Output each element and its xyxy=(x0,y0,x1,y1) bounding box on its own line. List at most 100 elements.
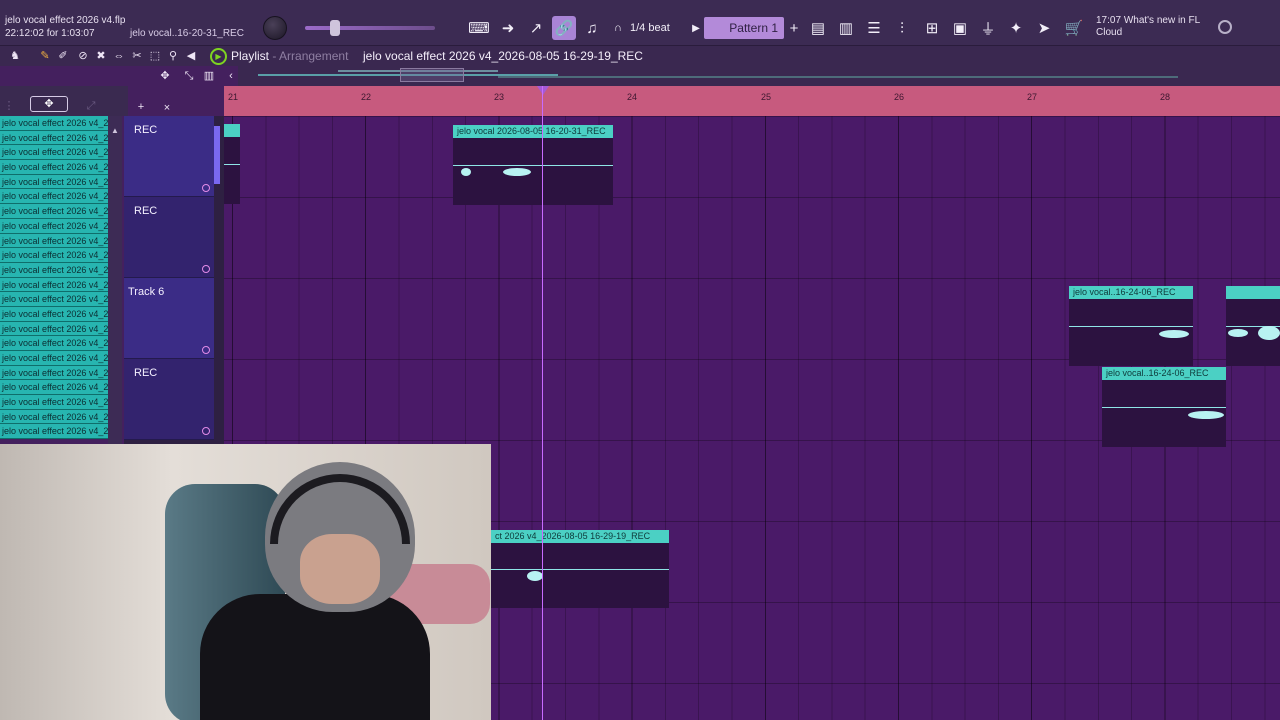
browser-item[interactable]: jelo vocal effect 2026 v4_2 xyxy=(0,306,108,322)
hint-bar: jelo vocal..16-20-31_REC xyxy=(130,28,244,39)
headphones-icon[interactable]: ♞ xyxy=(8,49,22,63)
audio-clip[interactable] xyxy=(1226,286,1280,366)
project-picker-icon[interactable]: ▣ xyxy=(948,16,972,40)
track-mute-dot[interactable] xyxy=(202,346,210,354)
track-header[interactable]: REC xyxy=(124,359,214,440)
loop-record-icon[interactable]: ↗ xyxy=(524,16,548,40)
snap-nav-icon[interactable]: ✥ xyxy=(158,69,172,83)
export-icon[interactable]: ➤ xyxy=(1032,16,1056,40)
track-header[interactable]: Track 6 xyxy=(124,278,214,359)
track-header[interactable]: REC xyxy=(124,116,214,197)
select-tool-icon[interactable]: ⬚ xyxy=(148,49,162,63)
slice-tool-icon[interactable]: ✂ xyxy=(130,49,144,63)
metronome-icon[interactable]: ♫ xyxy=(580,16,604,40)
close-track-icon[interactable]: × xyxy=(160,101,174,115)
zoom-tool-icon[interactable]: ⚲ xyxy=(166,49,180,63)
browser-link-icon[interactable]: ⤢ xyxy=(84,99,98,113)
channel-rack-icon[interactable]: ☰ xyxy=(862,16,886,40)
add-pattern-icon[interactable]: + xyxy=(782,16,806,40)
pattern-select[interactable]: Pattern 1 xyxy=(704,17,784,39)
audio-clip[interactable]: ct 2026 v4_2026-08-05 16-29-19_REC xyxy=(491,530,669,608)
mute-tool-icon[interactable]: ✖ xyxy=(94,49,108,63)
browser-item[interactable]: jelo vocal effect 2026 v4_2 xyxy=(0,130,108,146)
master-pitch-slider[interactable] xyxy=(305,26,435,30)
browser-focus-icon[interactable]: ✥ xyxy=(30,96,68,112)
playlist-title: Playlist - Arrangement xyxy=(231,49,348,63)
browser-icon[interactable]: ⊞ xyxy=(920,16,944,40)
track-mute-dot[interactable] xyxy=(202,265,210,273)
bar-number: 21 xyxy=(228,92,239,102)
browser-item[interactable]: jelo vocal effect 2026 v4_2 xyxy=(0,233,108,249)
main-toolbar: jelo vocal effect 2026 v4.flp 22:12:02 f… xyxy=(0,0,1280,46)
browser-item[interactable]: jelo vocal effect 2026 v4_2 xyxy=(0,116,108,131)
snap-select[interactable]: 1/4 beat xyxy=(626,17,686,39)
song-position-marker[interactable] xyxy=(537,86,549,95)
audio-clip[interactable]: jelo vocal 2026-08-05 16-20-31_REC xyxy=(453,125,613,205)
browser-item[interactable]: jelo vocal effect 2026 v4_2 xyxy=(0,351,108,366)
waveform-peak xyxy=(1258,326,1280,340)
playlist-play-icon[interactable]: ▶ xyxy=(210,48,227,65)
track-mute-dot[interactable] xyxy=(202,427,210,435)
browser-item[interactable]: jelo vocal effect 2026 v4_2 xyxy=(0,395,108,410)
playback-tool-icon[interactable]: ◀ xyxy=(184,49,198,63)
plugin-icon[interactable]: ⏚ xyxy=(976,16,1000,40)
tools-icon[interactable]: ✦ xyxy=(1004,16,1028,40)
audio-clip[interactable]: jelo vocal..16-24-06_REC xyxy=(1102,367,1226,447)
browser-item[interactable]: jelo vocal effect 2026 v4_2 xyxy=(0,365,108,381)
playlist-icon[interactable]: ▤ xyxy=(806,16,830,40)
master-volume-knob[interactable] xyxy=(263,16,287,40)
news-sub: Cloud xyxy=(1096,27,1123,38)
track-header[interactable]: REC xyxy=(124,197,214,278)
audio-clip[interactable]: jelo vocal..16-24-06_REC xyxy=(1069,286,1193,366)
playlist-current-file: jelo vocal effect 2026 v4_2026-08-05 16-… xyxy=(363,49,643,63)
browser-item[interactable]: jelo vocal effect 2026 v4_2 xyxy=(0,380,108,396)
delete-tool-icon[interactable]: ⊘ xyxy=(76,49,90,63)
playlist-label: Playlist xyxy=(231,49,270,63)
browser-item[interactable]: jelo vocal effect 2026 v4_2 xyxy=(0,336,108,351)
audio-clip[interactable] xyxy=(224,124,240,204)
bars-icon[interactable]: ▥ xyxy=(202,69,216,83)
browser-item[interactable]: jelo vocal effect 2026 v4_2 xyxy=(0,424,108,440)
browser-item[interactable]: jelo vocal effect 2026 v4_2 xyxy=(0,277,108,293)
clip-waveform xyxy=(224,164,240,165)
scroll-left-icon[interactable]: ‹ xyxy=(224,69,238,83)
webcam-overlay xyxy=(0,444,491,720)
browser-grid-icon[interactable]: ⋮ xyxy=(2,99,16,113)
browser-item[interactable]: jelo vocal effect 2026 v4_2 xyxy=(0,218,108,234)
step-edit-icon[interactable]: ➜ xyxy=(496,16,520,40)
draw-tool-icon[interactable]: ✎ xyxy=(38,49,52,63)
browser-item[interactable]: jelo vocal effect 2026 v4_2 xyxy=(0,409,108,425)
browser-item[interactable]: jelo vocal effect 2026 v4_2 xyxy=(0,292,108,307)
browser-item[interactable]: jelo vocal effect 2026 v4_2 xyxy=(0,189,108,205)
mixer-icon[interactable]: ⫶ xyxy=(890,16,914,40)
overview-view-window[interactable] xyxy=(400,68,464,82)
browser-item[interactable]: jelo vocal effect 2026 v4_2 xyxy=(0,321,108,337)
browser-item[interactable]: jelo vocal effect 2026 v4_2 xyxy=(0,160,108,175)
link-icon[interactable]: 🔗 xyxy=(552,16,576,40)
news-panel[interactable]: 17:07 What's new in FL Cloud xyxy=(1096,15,1200,39)
playhead-line[interactable] xyxy=(542,86,543,720)
move-icon[interactable]: ⤡ xyxy=(182,69,196,83)
browser-scrollbar[interactable]: ▲ xyxy=(108,116,122,446)
arrangement-overview[interactable] xyxy=(238,66,1280,86)
project-file-name: jelo vocal effect 2026 v4.flp xyxy=(5,15,126,26)
paint-tool-icon[interactable]: ✐ xyxy=(56,49,70,63)
browser-item[interactable]: jelo vocal effect 2026 v4_2 xyxy=(0,262,108,278)
browser-item[interactable]: jelo vocal effect 2026 v4_2 xyxy=(0,145,108,161)
globe-icon[interactable] xyxy=(1218,20,1232,34)
project-time: 22:12:02 for 1:03:07 xyxy=(5,28,95,39)
piano-roll-icon[interactable]: ▥ xyxy=(834,16,858,40)
add-track-icon[interactable]: + xyxy=(134,100,148,114)
shop-icon[interactable]: 🛒 xyxy=(1062,16,1086,40)
typing-keyboard-icon[interactable]: ⌨ xyxy=(467,16,491,40)
slip-tool-icon[interactable]: ⇔ xyxy=(112,49,126,63)
bar-number: 23 xyxy=(494,92,505,102)
browser-item[interactable]: jelo vocal effect 2026 v4_2 xyxy=(0,248,108,263)
slider-thumb[interactable] xyxy=(330,20,340,36)
browser-item[interactable]: jelo vocal effect 2026 v4_2 xyxy=(0,174,108,190)
news-time: 17:07 xyxy=(1096,15,1122,26)
track-mute-dot[interactable] xyxy=(202,184,210,192)
browser-item[interactable]: jelo vocal effect 2026 v4_2 xyxy=(0,204,108,219)
scroll-up-icon[interactable]: ▲ xyxy=(111,126,119,135)
timeline-ruler[interactable] xyxy=(224,86,1280,116)
